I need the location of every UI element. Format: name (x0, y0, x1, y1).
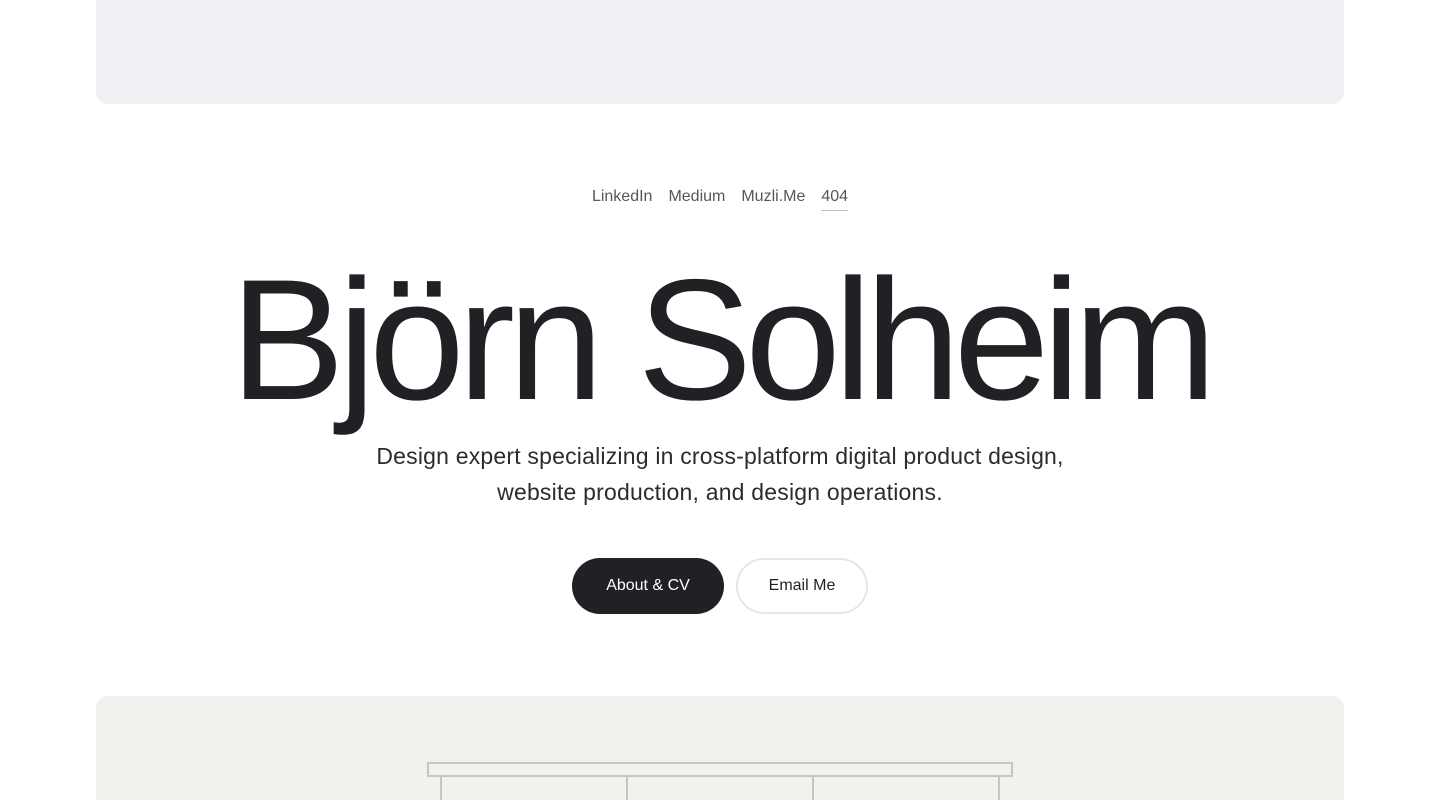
medium-link[interactable]: Medium (668, 186, 725, 211)
muzli-link[interactable]: Muzli.Me (741, 186, 805, 211)
about-cv-button[interactable]: About & CV (572, 558, 724, 614)
bottom-illustration-panel (96, 696, 1344, 800)
hero-subtitle: Design expert specializing in cross-plat… (376, 443, 1064, 505)
linkedin-link[interactable]: LinkedIn (592, 186, 653, 211)
social-links-nav: LinkedIn Medium Muzli.Me 404 (0, 186, 1440, 211)
page: LinkedIn Medium Muzli.Me 404 Björn Solhe… (0, 0, 1440, 800)
table-illustration (427, 762, 1013, 800)
email-me-button[interactable]: Email Me (736, 558, 868, 614)
hero-title: Björn Solheim (230, 244, 1217, 436)
top-image-panel (96, 0, 1344, 104)
cta-row: About & CV Email Me (0, 558, 1440, 614)
404-link[interactable]: 404 (821, 186, 849, 211)
